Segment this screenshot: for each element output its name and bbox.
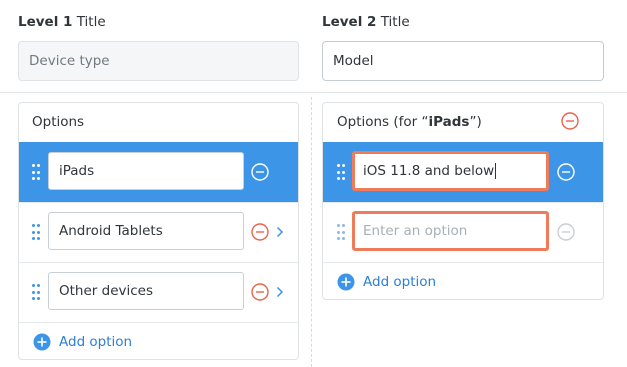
add-circle-icon xyxy=(33,333,51,351)
remove-circle-icon[interactable] xyxy=(251,283,269,301)
remove-circle-icon[interactable] xyxy=(557,223,575,241)
section-divider xyxy=(0,92,627,93)
chevron-right-icon[interactable] xyxy=(276,286,284,298)
row-separator xyxy=(19,322,298,323)
row-separator xyxy=(323,202,603,203)
new-option-input[interactable]: Enter an option xyxy=(352,211,549,251)
drag-handle-icon[interactable] xyxy=(32,284,40,300)
remove-circle-icon[interactable] xyxy=(251,163,269,181)
drag-handle-icon[interactable] xyxy=(32,224,40,240)
level2-title-label: Level 2 Title xyxy=(322,14,410,30)
option-value: iPads xyxy=(59,163,95,179)
remove-circle-icon[interactable] xyxy=(561,112,579,130)
level1-options-header: Options xyxy=(32,114,85,130)
option-value: Other devices xyxy=(59,283,153,299)
option-value: iOS 11.8 and below xyxy=(363,163,495,179)
level1-option-input[interactable]: Other devices xyxy=(48,272,244,310)
level1-option-input[interactable]: iPads xyxy=(48,152,244,190)
add-option-label: Add option xyxy=(363,274,437,290)
level1-add-option-button[interactable]: Add option xyxy=(33,333,132,351)
add-option-label: Add option xyxy=(59,334,133,350)
row-separator xyxy=(323,262,603,263)
chevron-right-icon[interactable] xyxy=(276,226,284,238)
new-option-placeholder: Enter an option xyxy=(363,223,468,239)
level2-options-header: Options (for “iPads”) xyxy=(337,114,482,130)
level2-title-input[interactable]: Model xyxy=(322,41,604,81)
option-value: Android Tablets xyxy=(59,223,163,239)
text-caret xyxy=(495,163,497,179)
add-circle-icon xyxy=(337,273,355,291)
drag-handle-icon[interactable] xyxy=(32,164,40,180)
level1-title-value: Device type xyxy=(29,53,110,69)
level-connector xyxy=(311,97,312,367)
level2-option-input[interactable]: iOS 11.8 and below xyxy=(352,151,549,191)
row-separator xyxy=(19,202,298,203)
drag-handle-icon[interactable] xyxy=(337,224,345,240)
remove-circle-icon[interactable] xyxy=(557,163,575,181)
level1-title-input[interactable]: Device type xyxy=(18,41,299,81)
level2-add-option-button[interactable]: Add option xyxy=(337,273,436,291)
remove-circle-icon[interactable] xyxy=(251,223,269,241)
drag-handle-icon[interactable] xyxy=(337,164,345,180)
row-separator xyxy=(19,262,298,263)
level2-title-value: Model xyxy=(333,53,374,69)
level1-title-label: Level 1 Title xyxy=(18,14,106,30)
level1-option-input[interactable]: Android Tablets xyxy=(48,212,244,250)
